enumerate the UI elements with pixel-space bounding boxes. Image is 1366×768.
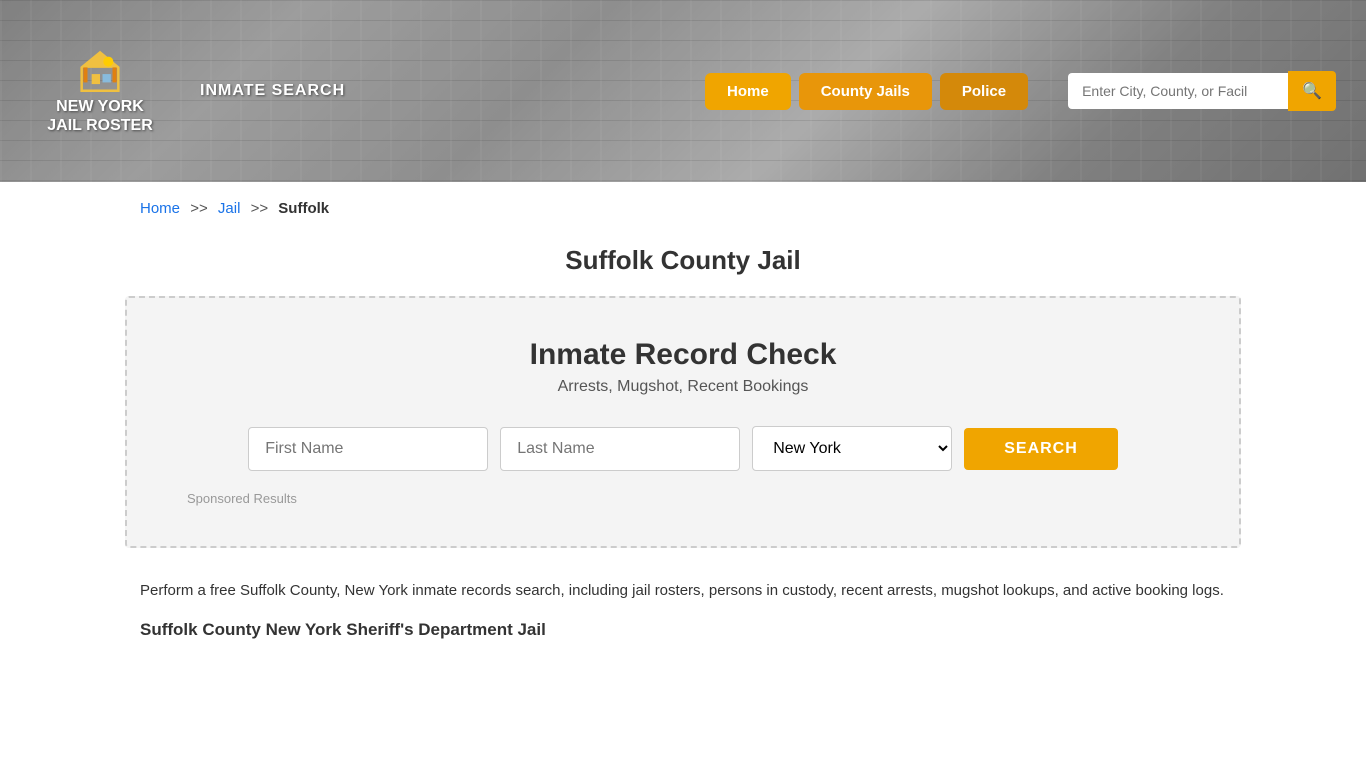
search-section-title: Inmate Record Check xyxy=(187,338,1179,372)
state-select[interactable]: New YorkAlabamaAlaskaArizonaArkansasCali… xyxy=(752,426,952,471)
content-description: Perform a free Suffolk County, New York … xyxy=(140,578,1226,604)
inmate-search-label: INMATE SEARCH xyxy=(200,82,675,100)
main-content: Perform a free Suffolk County, New York … xyxy=(0,578,1366,640)
site-header: NEW YORK JAIL ROSTER INMATE SEARCH Home … xyxy=(0,0,1366,182)
search-section: Inmate Record Check Arrests, Mugshot, Re… xyxy=(125,296,1241,548)
header-search-input[interactable] xyxy=(1068,73,1288,109)
header-search-button[interactable]: 🔍 xyxy=(1288,71,1336,111)
header-search-bar: 🔍 xyxy=(1068,71,1336,111)
logo-icon xyxy=(75,47,125,97)
nav-county-jails-button[interactable]: County Jails xyxy=(799,73,932,110)
search-button[interactable]: SEARCH xyxy=(964,428,1118,470)
page-title: Suffolk County Jail xyxy=(0,245,1366,276)
logo-area: NEW YORK JAIL ROSTER xyxy=(30,47,170,135)
breadcrumb-home-link[interactable]: Home xyxy=(140,200,180,217)
breadcrumb-jail-link[interactable]: Jail xyxy=(218,200,241,217)
main-nav: Home County Jails Police xyxy=(705,73,1028,110)
last-name-input[interactable] xyxy=(500,427,740,471)
nav-police-button[interactable]: Police xyxy=(940,73,1028,110)
search-icon: 🔍 xyxy=(1302,83,1322,100)
breadcrumb-current: Suffolk xyxy=(278,200,329,217)
logo-text: NEW YORK JAIL ROSTER xyxy=(47,97,153,135)
sponsored-results-label: Sponsored Results xyxy=(187,491,1179,506)
first-name-input[interactable] xyxy=(248,427,488,471)
search-section-subtitle: Arrests, Mugshot, Recent Bookings xyxy=(187,378,1179,396)
breadcrumb-sep-2: >> xyxy=(251,200,269,217)
content-section-heading: Suffolk County New York Sheriff's Depart… xyxy=(140,620,1226,640)
breadcrumb-sep-1: >> xyxy=(190,200,208,217)
breadcrumb: Home >> Jail >> Suffolk xyxy=(0,182,1366,235)
nav-home-button[interactable]: Home xyxy=(705,73,791,110)
search-form: New YorkAlabamaAlaskaArizonaArkansasCali… xyxy=(187,426,1179,471)
